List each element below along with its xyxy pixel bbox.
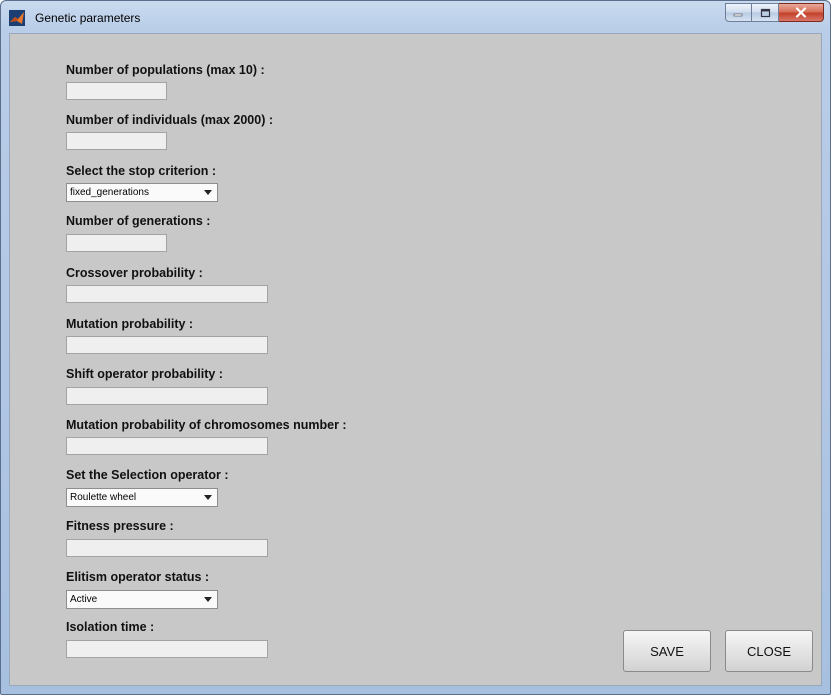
mutation-label: Mutation probability : xyxy=(66,317,194,331)
chevron-down-icon xyxy=(204,495,212,500)
window-title: Genetic parameters xyxy=(35,11,141,25)
chevron-down-icon xyxy=(204,190,212,195)
individuals-label: Number of individuals (max 2000) : xyxy=(66,113,273,127)
selection-select[interactable]: Roulette wheel xyxy=(66,488,218,507)
chromosome-mutation-label: Mutation probability of chromosomes numb… xyxy=(66,418,347,432)
dialog-window: Genetic parameters Number of populations… xyxy=(0,0,831,695)
chevron-down-icon xyxy=(204,597,212,602)
elitism-label: Elitism operator status : xyxy=(66,570,210,584)
elitism-value: Active xyxy=(70,594,98,605)
title-bar[interactable]: Genetic parameters xyxy=(1,1,830,33)
elitism-select[interactable]: Active xyxy=(66,590,218,609)
close-window-button[interactable] xyxy=(779,3,824,22)
populations-label: Number of populations (max 10) : xyxy=(66,63,265,77)
stop-criterion-value: fixed_generations xyxy=(70,187,149,198)
matlab-icon xyxy=(9,10,25,26)
stop-criterion-select[interactable]: fixed_generations xyxy=(66,183,218,202)
generations-label: Number of generations : xyxy=(66,214,211,228)
crossover-input[interactable] xyxy=(66,285,268,303)
stop-criterion-label: Select the stop criterion : xyxy=(66,164,217,178)
isolation-label: Isolation time : xyxy=(66,620,155,634)
minimize-icon xyxy=(733,13,743,16)
close-button[interactable]: CLOSE xyxy=(725,630,813,672)
crossover-label: Crossover probability : xyxy=(66,266,203,280)
maximize-button[interactable] xyxy=(752,3,779,22)
chromosome-mutation-input[interactable] xyxy=(66,437,268,455)
maximize-icon xyxy=(760,8,770,17)
fitness-input[interactable] xyxy=(66,539,268,557)
selection-value: Roulette wheel xyxy=(70,492,137,503)
individuals-input[interactable] xyxy=(66,132,167,150)
shift-label: Shift operator probability : xyxy=(66,367,223,381)
close-icon xyxy=(795,7,807,18)
mutation-input[interactable] xyxy=(66,336,268,354)
form-panel: Number of populations (max 10) : Number … xyxy=(9,33,822,686)
isolation-input[interactable] xyxy=(66,640,268,658)
generations-input[interactable] xyxy=(66,234,167,252)
fitness-label: Fitness pressure : xyxy=(66,519,174,533)
save-button[interactable]: SAVE xyxy=(623,630,711,672)
selection-label: Set the Selection operator : xyxy=(66,468,229,482)
shift-input[interactable] xyxy=(66,387,268,405)
minimize-button[interactable] xyxy=(725,3,752,22)
populations-input[interactable] xyxy=(66,82,167,100)
